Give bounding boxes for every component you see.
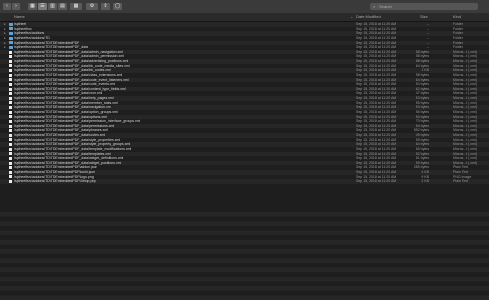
file-icon	[9, 156, 12, 160]
item-kind: Plain Text	[453, 179, 469, 184]
empty-list-area	[0, 212, 489, 300]
file-icon	[9, 59, 12, 63]
column-size[interactable]: Size	[420, 13, 428, 21]
list-item[interactable]: \spiheelfsrc\addons\TD\TDEmbeddedPDF\Set…	[0, 179, 489, 184]
column-name[interactable]: Name	[14, 13, 25, 21]
file-icon	[9, 138, 12, 142]
file-icon	[9, 133, 12, 137]
folder-icon	[9, 45, 13, 49]
folder-icon	[9, 32, 13, 36]
view-gallery-button[interactable]: ▤	[58, 3, 67, 10]
item-size: 2 KB	[421, 179, 429, 184]
toolbar: ‹ › ▦ ☰ ▥ ▤ ▦ ⚙ ⇪ ◯ ⌕ Search	[0, 0, 489, 14]
file-icon	[9, 152, 12, 156]
search-placeholder: Search	[379, 4, 392, 9]
file-icon	[9, 175, 12, 179]
file-icon	[9, 55, 12, 59]
folder-icon	[9, 22, 13, 26]
share-button[interactable]: ⇪	[101, 3, 110, 10]
view-columns-button[interactable]: ▥	[48, 3, 57, 10]
file-icon	[9, 110, 12, 114]
file-icon	[9, 92, 12, 96]
file-icon	[9, 101, 12, 105]
file-icon	[9, 96, 12, 100]
file-icon	[9, 73, 12, 77]
file-icon	[9, 180, 12, 184]
file-icon	[9, 161, 12, 165]
file-icon	[9, 106, 12, 110]
file-icon	[9, 82, 12, 86]
search-field[interactable]: ⌕ Search	[370, 3, 478, 10]
file-icon	[9, 143, 12, 147]
file-list: ▸ \spiheel Sep 15, 2018 at 11:20 AM -- Folde…	[0, 22, 489, 184]
file-icon	[9, 170, 12, 174]
file-icon	[9, 87, 12, 91]
file-icon	[9, 50, 12, 54]
view-list-button[interactable]: ☰	[38, 3, 47, 10]
folder-icon	[9, 36, 13, 40]
file-icon	[9, 124, 12, 128]
action-button[interactable]: ⚙	[86, 3, 98, 10]
column-date-modified[interactable]: Date Modified	[356, 13, 381, 21]
file-icon	[9, 64, 12, 68]
forward-button[interactable]: ›	[12, 3, 20, 10]
column-kind[interactable]: Kind	[453, 13, 461, 21]
view-icons-button[interactable]: ▦	[28, 3, 37, 10]
file-icon	[9, 69, 12, 73]
file-icon	[9, 166, 12, 170]
back-button[interactable]: ‹	[3, 3, 11, 10]
item-name: \spiheelfsrc\addons\TD\TDEmbeddedPDF\Set…	[14, 179, 97, 184]
sort-chevron-icon: ⌄	[350, 14, 354, 19]
group-button[interactable]: ▦	[70, 3, 82, 10]
file-icon	[9, 78, 12, 82]
column-header: Name ⌄ Date Modified Size Kind	[0, 13, 489, 22]
item-date-modified: Sep 15, 2018 at 11:20 AM	[356, 179, 397, 184]
folder-icon	[9, 41, 13, 45]
folder-icon	[9, 27, 13, 31]
file-icon	[9, 115, 12, 119]
search-icon: ⌕	[373, 4, 376, 9]
file-icon	[9, 147, 12, 151]
file-icon	[9, 119, 12, 123]
tag-button[interactable]: ◯	[113, 3, 122, 10]
file-icon	[9, 129, 12, 133]
